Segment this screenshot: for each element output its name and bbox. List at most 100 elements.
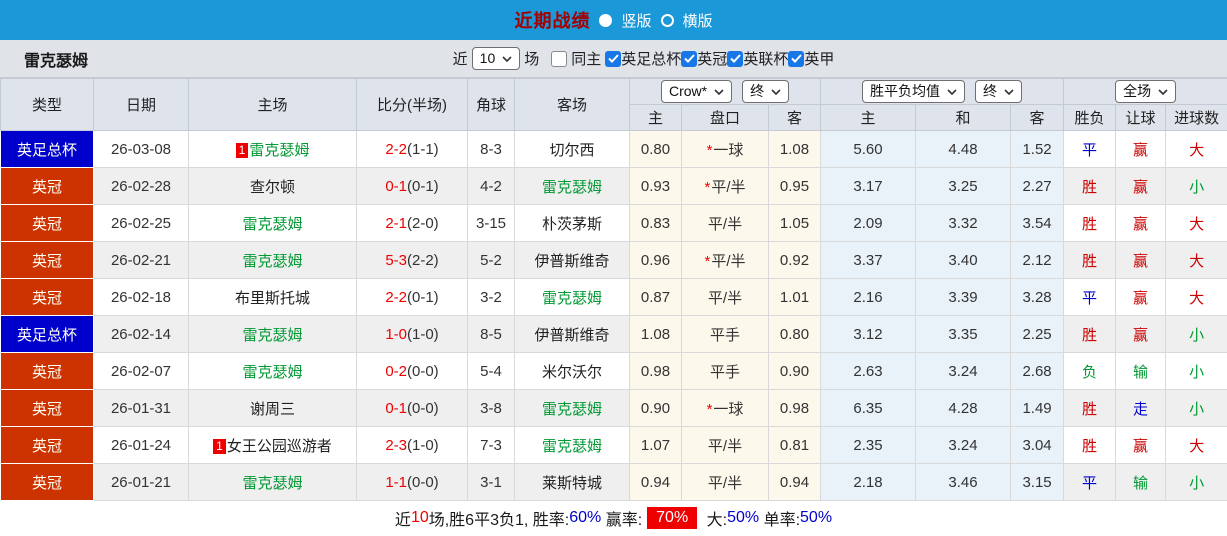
- avg-away-cell: 2.27: [1010, 167, 1065, 205]
- league-checkbox-label[interactable]: 英甲: [804, 48, 834, 69]
- chevron-down-icon: [1004, 88, 1014, 95]
- same-home-label[interactable]: 同主: [571, 48, 601, 69]
- home-team-cell: 谢周三: [188, 389, 357, 427]
- odds-stage-select[interactable]: 终: [742, 80, 790, 103]
- handicap-result-cell: 赢: [1115, 167, 1167, 205]
- odds-home-cell: 1.08: [629, 315, 682, 353]
- team-label: 雷克瑟姆: [242, 474, 303, 492]
- handicap-result-cell: 赢: [1115, 426, 1167, 464]
- fulltime-score: 2-3: [385, 436, 407, 454]
- team-label: 雷克瑟姆: [249, 141, 310, 159]
- league-checkbox[interactable]: [681, 50, 698, 67]
- home-team-cell: 雷克瑟姆: [188, 352, 357, 390]
- fulltime-score: 2-2: [385, 140, 407, 158]
- fulltime-score: 2-2: [385, 288, 407, 306]
- avg-draw-cell: 4.48: [915, 130, 1012, 168]
- team-label: 女王公园巡游者: [226, 437, 332, 455]
- handicap-result-cell: 赢: [1115, 241, 1167, 279]
- same-home-checkbox[interactable]: [551, 50, 568, 67]
- result-cell: 负: [1063, 352, 1117, 390]
- rank-badge: 1: [213, 438, 226, 454]
- odds-company-select[interactable]: Crow*: [660, 80, 733, 103]
- league-checkbox-label[interactable]: 英联杯: [743, 48, 788, 69]
- result-cell: 平: [1063, 463, 1117, 501]
- fulltime-score: 0-1: [385, 399, 407, 417]
- goals-result-cell: 小: [1165, 167, 1227, 205]
- avg-stage-select[interactable]: 终: [975, 80, 1023, 103]
- league-cell: 英冠: [0, 167, 94, 205]
- match-count-select[interactable]: 10: [471, 47, 521, 70]
- halftime-score: (0-0): [407, 473, 439, 491]
- table-row: 英冠 26-02-25 雷克瑟姆 2-1(2-0) 3-15 朴茨茅斯 0.83 平/半 1.0…: [0, 204, 1227, 242]
- home-team-cell: 雷克瑟姆: [188, 241, 357, 279]
- top-title-bar: 近期战绩 竖版 横版: [0, 0, 1227, 40]
- fulltime-select[interactable]: 全场: [1115, 80, 1177, 103]
- star-icon: *: [706, 400, 713, 418]
- table-row: 英冠 26-02-28 查尔顿 0-1(0-1) 4-2 雷克瑟姆 0.93 *平/半 0.95…: [0, 167, 1227, 205]
- vertical-layout-label[interactable]: 竖版: [621, 10, 651, 31]
- result-cell: 平: [1063, 130, 1117, 168]
- handicap-result-cell: 走: [1115, 389, 1167, 427]
- team-label: 查尔顿: [249, 178, 295, 196]
- table-row: 英冠 26-01-24 1 女王公园巡游者 2-3(1-0) 7-3 雷克瑟姆 1.07 平/半…: [0, 426, 1227, 464]
- halftime-score: (1-0): [407, 325, 439, 343]
- table-row: 英冠 26-01-31 谢周三 0-1(0-0) 3-8 雷克瑟姆 0.90 *一球 0.98 6…: [0, 389, 1227, 427]
- handicap-result-cell: 输: [1115, 463, 1167, 501]
- games-label: 场: [524, 51, 540, 68]
- score-cell: 2-3(1-0): [356, 426, 468, 464]
- col-header-score: 比分(半场): [356, 78, 468, 131]
- team-label: 雷克瑟姆: [541, 289, 602, 307]
- team-label: 米尔沃尔: [541, 363, 602, 381]
- horizontal-layout-label[interactable]: 横版: [683, 10, 713, 31]
- home-team-cell: 雷克瑟姆: [188, 463, 357, 501]
- odds-home-cell: 0.87: [629, 278, 682, 316]
- summary-segment: 大:: [702, 511, 728, 529]
- league-checkbox[interactable]: [788, 50, 805, 67]
- vertical-layout-radio[interactable]: [599, 13, 613, 27]
- league-checkbox-label[interactable]: 英足总杯: [621, 48, 681, 69]
- avg-away-cell: 2.68: [1010, 352, 1065, 390]
- avg-home-cell: 2.09: [820, 204, 917, 242]
- avg-home-cell: 6.35: [820, 389, 917, 427]
- handicap-cell: *平/半: [681, 241, 769, 279]
- league-cell: 英足总杯: [0, 130, 94, 168]
- chevron-down-icon: [771, 88, 781, 95]
- avg-draw-cell: 3.46: [915, 463, 1012, 501]
- league-checkbox[interactable]: [727, 50, 744, 67]
- col-header-away: 客场: [514, 78, 630, 131]
- handicap-result-cell: 赢: [1115, 315, 1167, 353]
- away-team-cell: 雷克瑟姆: [514, 278, 630, 316]
- league-cell: 英足总杯: [0, 315, 94, 353]
- team-label: 雷克瑟姆: [541, 400, 602, 418]
- summary-segment: 60%: [569, 508, 602, 526]
- league-checkbox[interactable]: [605, 50, 622, 67]
- score-cell: 5-3(2-2): [356, 241, 468, 279]
- score-cell: 0-2(0-0): [356, 352, 468, 390]
- horizontal-layout-radio[interactable]: [660, 13, 674, 27]
- halftime-score: (2-2): [407, 251, 439, 269]
- results-body: 英足总杯 26-03-08 1 雷克瑟姆 2-2(1-1) 8-3 切尔西 0.80 *一球 1.…: [0, 130, 1227, 501]
- near-label: 近: [452, 51, 468, 68]
- avg-home-cell: 2.18: [820, 463, 917, 501]
- score-cell: 2-2(1-1): [356, 130, 468, 168]
- sub-col-header: 主: [629, 104, 682, 131]
- halftime-score: (2-0): [407, 214, 439, 232]
- avg-draw-cell: 3.24: [915, 426, 1012, 464]
- result-cell: 胜: [1063, 315, 1117, 353]
- sub-col-header: 主: [820, 104, 917, 131]
- avg-away-cell: 1.49: [1010, 389, 1065, 427]
- handicap-cell: 平/半: [681, 278, 769, 316]
- goals-result-cell: 大: [1165, 278, 1227, 316]
- handicap-cell: 平手: [681, 352, 769, 390]
- odds-home-cell: 0.98: [629, 352, 682, 390]
- avg-type-select[interactable]: 胜平负均值: [862, 80, 966, 103]
- league-checkbox-label[interactable]: 英冠: [697, 48, 727, 69]
- star-icon: *: [706, 141, 713, 159]
- score-cell: 0-1(0-1): [356, 167, 468, 205]
- halftime-score: (1-1): [407, 140, 439, 158]
- sub-col-header: 进球数: [1165, 104, 1227, 131]
- odds-home-cell: 0.96: [629, 241, 682, 279]
- summary-segment: 10: [410, 508, 429, 526]
- goals-result-cell: 小: [1165, 463, 1227, 501]
- away-team-cell: 雷克瑟姆: [514, 167, 630, 205]
